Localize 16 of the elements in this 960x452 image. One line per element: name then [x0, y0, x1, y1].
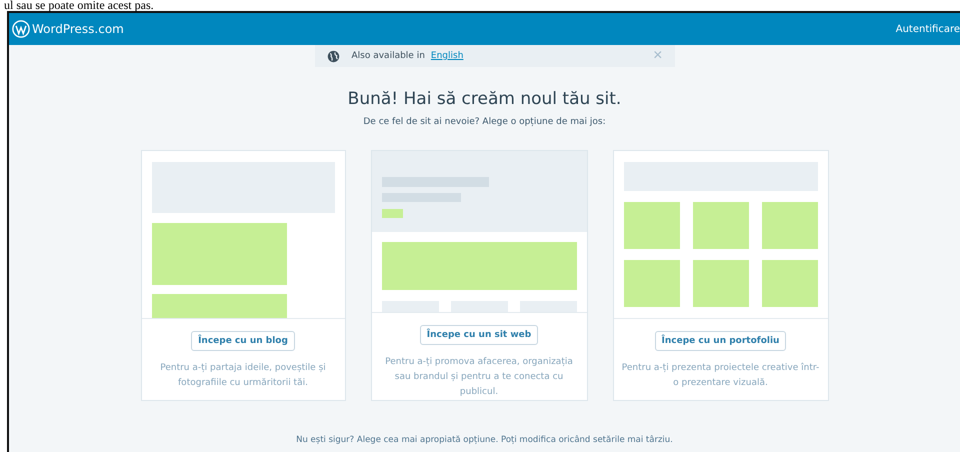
notice-text: Also available in — [352, 51, 425, 61]
card-description: Pentru a-ți prezenta proiectele creative într-o prezentare vizuală. — [622, 362, 820, 390]
card-description: Pentru a-ți promova afacerea, organizația sau brandul și pentru a te conecta cu publicul. — [384, 356, 574, 399]
w-logo-icon — [12, 20, 30, 38]
wordpress-logo-link[interactable]: WordPress.com — [12, 20, 124, 38]
document-text: ul sau se poate omite acest pas. — [3, 0, 155, 11]
page-heading: Bună! Hai să creăm noul tău sit. — [348, 89, 622, 109]
start-button[interactable]: Începe cu un sit web — [420, 325, 538, 345]
globe-icon — [326, 50, 340, 62]
card-description: Pentru a-ți partaja ideile, poveștile și fotografiile cu urmăritorii tăi. — [159, 362, 327, 390]
footer-hint: Nu ești sigur? Alege cea mai apropiată opțiune. Poți modifica oricând setările mai târziu. — [296, 435, 673, 445]
start-button[interactable]: Începe cu un blog — [191, 331, 295, 351]
english-link[interactable]: English — [430, 51, 464, 61]
start-button[interactable]: Începe cu un portofoliu — [654, 331, 786, 351]
page-subheading: De ce fel de sit ai nevoie? Alege o opțiune de mai jos: — [363, 117, 606, 127]
login-link[interactable]: Autentificare — [896, 24, 960, 34]
